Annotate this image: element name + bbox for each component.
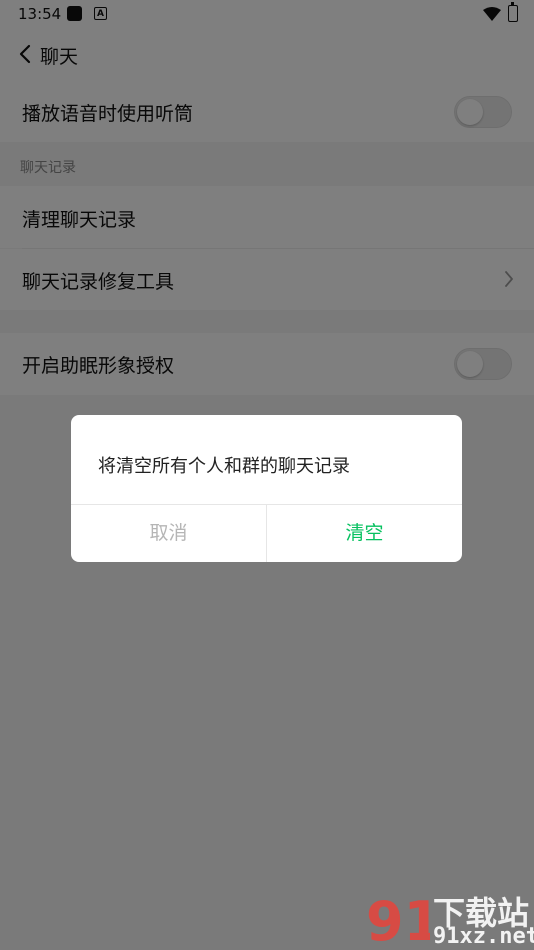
watermark-url: 91xz.net: [433, 924, 534, 949]
cancel-button[interactable]: 取消: [71, 505, 266, 562]
watermark-logo-text: 91: [366, 890, 430, 948]
dialog-message: 将清空所有个人和群的聊天记录: [98, 456, 350, 477]
confirm-dialog: 将清空所有个人和群的聊天记录 取消 清空: [71, 415, 462, 562]
clear-button[interactable]: 清空: [267, 505, 462, 562]
watermark-logo: 91: [366, 890, 430, 948]
dialog-button-bar: 取消 清空: [71, 504, 462, 562]
